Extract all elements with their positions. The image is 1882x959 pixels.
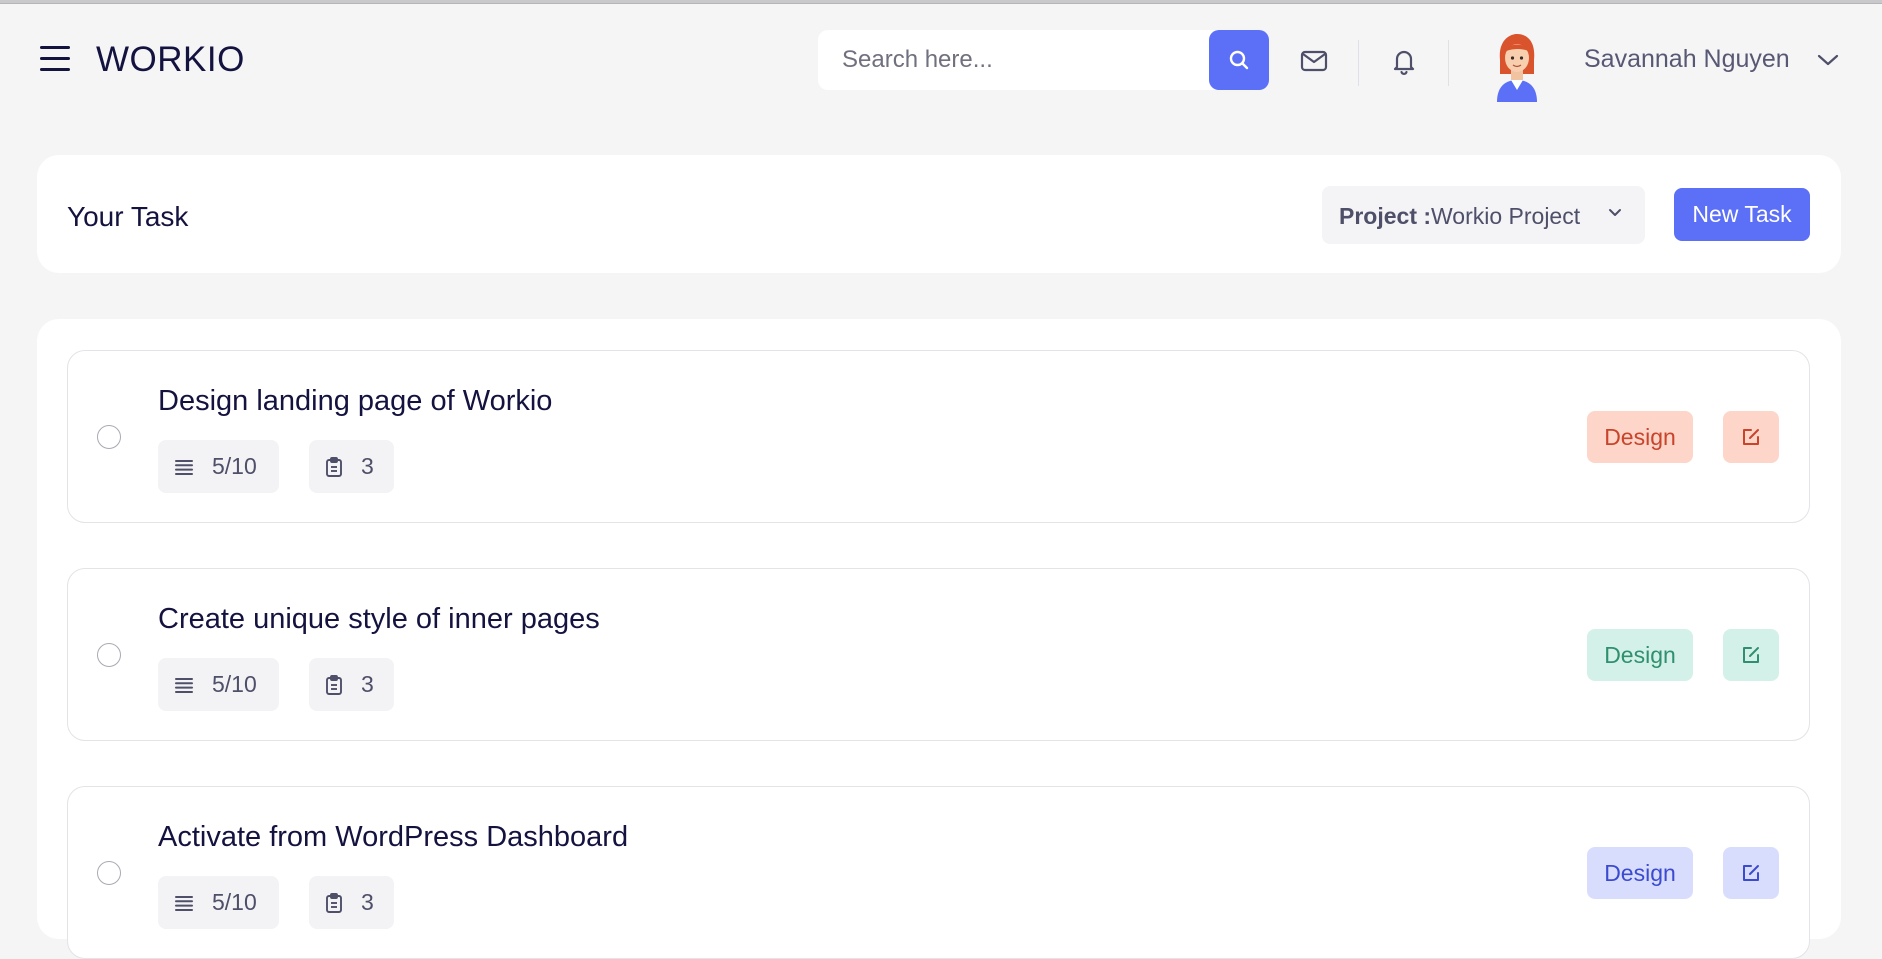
category-tag[interactable]: Design [1587,629,1693,681]
header-divider [1448,40,1449,86]
search-input[interactable] [818,30,1210,90]
files-value: 3 [361,889,374,915]
search-bar [818,30,1269,90]
edit-icon [1743,647,1759,663]
category-tag[interactable]: Design [1587,411,1693,463]
project-select[interactable]: Project : Workio Project [1322,186,1645,244]
progress-value: 5/10 [212,671,257,697]
chevron-down-icon [1607,206,1623,224]
app-logo[interactable]: WORKIO [96,40,245,80]
task-title: Create unique style of inner pages [158,603,600,635]
new-task-button[interactable]: New Task [1674,188,1810,241]
clipboard-icon [326,892,342,913]
search-button[interactable] [1209,30,1269,90]
progress-value: 5/10 [212,453,257,479]
search-icon [1229,50,1249,70]
list-icon [175,459,193,475]
attachment-count: 3 [309,440,394,493]
edit-icon [1743,865,1759,881]
task-list: Design landing page of Workio 5/10 3 Des… [37,319,1841,959]
list-item[interactable]: Create unique style of inner pages 5/10 … [67,568,1810,741]
attachment-count: 3 [309,658,394,711]
project-value: Workio Project [1431,203,1581,229]
header-divider [1358,40,1359,86]
clipboard-icon [326,456,342,477]
clipboard-icon [326,674,342,695]
edit-icon [1743,429,1759,445]
files-value: 3 [361,671,374,697]
bell-icon[interactable] [1389,46,1419,76]
task-checkbox[interactable] [97,643,121,667]
page-title: Your Task [67,201,189,232]
edit-button[interactable] [1723,411,1779,463]
chevron-down-icon[interactable] [1816,52,1840,73]
edit-button[interactable] [1723,629,1779,681]
subtask-progress: 5/10 [158,658,279,711]
list-item[interactable]: Design landing page of Workio 5/10 3 Des… [67,350,1810,523]
avatar[interactable] [1492,30,1542,102]
menu-icon[interactable] [40,46,70,72]
attachment-count: 3 [309,876,394,929]
list-icon [175,677,193,693]
list-item[interactable]: Activate from WordPress Dashboard 5/10 3… [67,786,1810,959]
category-tag[interactable]: Design [1587,847,1693,899]
user-name[interactable]: Savannah Nguyen [1584,45,1790,74]
task-checkbox[interactable] [97,425,121,449]
list-icon [175,895,193,911]
subtask-progress: 5/10 [158,440,279,493]
task-title: Design landing page of Workio [158,385,553,417]
task-header-card: Your Task Project : Workio Project New T… [37,155,1841,273]
task-checkbox[interactable] [97,861,121,885]
files-value: 3 [361,453,374,479]
progress-value: 5/10 [212,889,257,915]
project-label: Project : [1339,203,1432,229]
top-header: WORKIO Savannah Nguy [0,4,1882,116]
edit-button[interactable] [1723,847,1779,899]
subtask-progress: 5/10 [158,876,279,929]
task-title: Activate from WordPress Dashboard [158,821,629,853]
mail-icon[interactable] [1299,46,1329,76]
